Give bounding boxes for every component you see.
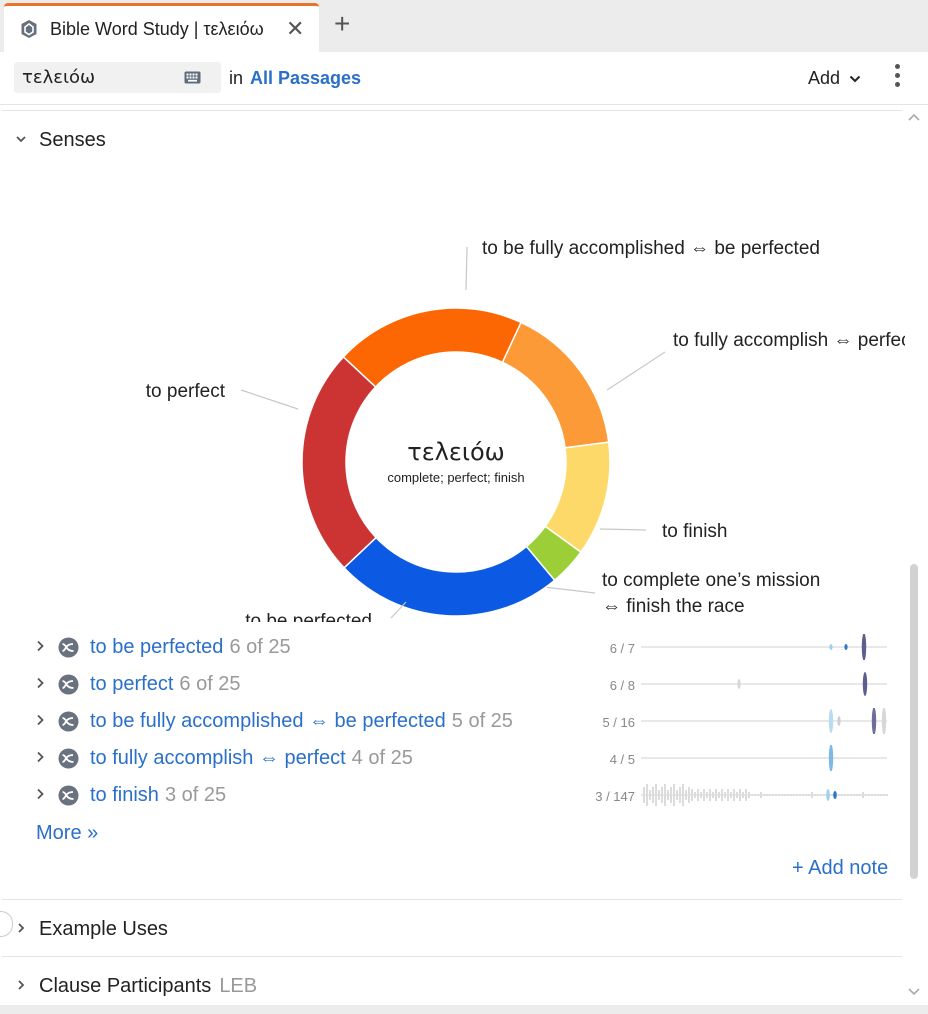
slice-label: to be fully accomplished ⇔ be perfected [482, 238, 820, 259]
slice-leader-line [465, 246, 468, 291]
add-label: Add [808, 68, 841, 88]
chevron-down-icon [849, 75, 861, 83]
example-uses-title: Example Uses [39, 918, 168, 940]
chevron-down-icon [16, 136, 26, 143]
in-label: in [229, 68, 244, 88]
sense-label: to perfect 6 of 25 [90, 673, 241, 696]
sense-distribution-track [641, 745, 887, 771]
sense-row: to perfect 6 of 25 6 / 8 [0, 665, 905, 701]
tab-bible-word-study[interactable]: Bible Word Study | τελειόω ✕ [4, 3, 319, 52]
clause-participants-version: LEB [219, 975, 258, 997]
clause-participants-section-header[interactable]: Clause Participants LEB [0, 958, 905, 1014]
clause-participants-title: Clause Participants LEB [39, 975, 257, 998]
senses-section-header[interactable]: Senses [0, 112, 905, 168]
sense-ratio: 6 / 8 [609, 678, 635, 693]
tab-title: Bible Word Study | τελειόω [50, 19, 264, 39]
sense-row: to finish 3 of 25 3 / 147 [0, 776, 905, 812]
divider [2, 899, 902, 900]
all-passages-link[interactable]: All Passages [250, 68, 361, 89]
sense-distribution-track [641, 634, 887, 660]
sense-row: to be fully accomplished ⇔ be perfected 5… [0, 702, 905, 738]
slice-leader-line [240, 389, 299, 410]
senses-donut-chart: to be fully accomplished ⇔ be perfected t… [146, 238, 905, 622]
more-link[interactable]: More » [36, 822, 98, 845]
chevron-right-icon [18, 923, 25, 933]
sense-distribution-track [641, 672, 887, 696]
chevron-right-icon[interactable] [34, 640, 46, 652]
sense-label: to fully accomplish ⇔ perfect 4 of 25 [90, 747, 413, 770]
donut-slice[interactable] [342, 307, 523, 389]
slice-label: to be perfected [245, 611, 372, 622]
sense-label: to finish 3 of 25 [90, 784, 226, 807]
example-uses-section-header[interactable]: Example Uses [0, 901, 905, 957]
chevron-right-icon [18, 980, 25, 990]
slice-label: to finish [662, 521, 727, 542]
sense-label: to be perfected 6 of 25 [90, 636, 291, 659]
slice-leader-line [599, 528, 647, 531]
keyboard-icon[interactable] [184, 71, 201, 84]
chart-center-subtitle: complete; perfect; finish [387, 470, 524, 485]
sense-icon [58, 674, 79, 695]
donut-slice[interactable] [343, 536, 556, 617]
sense-ratio: 6 / 7 [609, 641, 635, 656]
sense-link[interactable]: to perfect [90, 673, 173, 695]
donut-slice[interactable] [301, 355, 378, 569]
sense-ratio: 3 / 147 [595, 789, 635, 804]
slice-label: to perfect [146, 381, 226, 402]
chart-center-title: τελειόω [407, 438, 505, 466]
scroll-up-icon[interactable] [907, 112, 921, 122]
sense-count: 3 of 25 [164, 784, 227, 806]
sense-row: to be perfected 6 of 25 6 / 7 [0, 628, 905, 664]
search-box [14, 62, 221, 93]
sense-count: 6 of 25 [179, 673, 241, 695]
sense-label: to be fully accomplished ⇔ be perfected 5… [90, 710, 513, 733]
chevron-right-icon[interactable] [34, 677, 46, 689]
close-icon[interactable]: ✕ [286, 15, 304, 43]
slice-leader-line [543, 586, 596, 594]
sense-link[interactable]: to be perfected [90, 636, 223, 658]
scroll-down-icon[interactable] [907, 987, 921, 997]
slice-label: to fully accomplish ⇔ perfect [673, 330, 905, 351]
sense-distribution-track [641, 784, 888, 806]
slice-leader-line [606, 351, 666, 391]
sense-icon [58, 785, 79, 806]
senses-title: Senses [39, 129, 106, 151]
chevron-right-icon[interactable] [34, 751, 46, 763]
donut-slice[interactable] [501, 321, 610, 449]
sense-distribution-track [641, 708, 887, 734]
sense-row: to fully accomplish ⇔ perfect 4 of 25 4 / … [0, 739, 905, 775]
chevron-right-icon[interactable] [34, 714, 46, 726]
search-input[interactable] [22, 66, 182, 88]
add-note-button[interactable]: + Add note [792, 857, 888, 880]
add-button[interactable]: Add [808, 68, 861, 89]
sense-link[interactable]: to be fully accomplished ⇔ be perfected [90, 710, 446, 732]
sense-icon [58, 748, 79, 769]
toolbar: in All Passages Add [0, 52, 928, 105]
sense-icon [58, 637, 79, 658]
chevron-right-icon[interactable] [34, 788, 46, 800]
panel: in All Passages Add Senses to be fully a… [0, 52, 928, 1005]
divider [2, 110, 902, 111]
more-options-icon[interactable] [894, 64, 902, 90]
sense-count: 4 of 25 [351, 747, 413, 769]
sense-link[interactable]: to fully accomplish ⇔ perfect [90, 747, 346, 769]
sense-link[interactable]: to finish [90, 784, 159, 806]
slice-label: to complete one’s mission ⇔ finish the ra… [602, 570, 820, 617]
sense-count: 6 of 25 [229, 636, 291, 658]
sense-icon [58, 711, 79, 732]
sense-ratio: 5 / 16 [602, 715, 635, 730]
sense-count: 5 of 25 [451, 710, 513, 732]
clause-participants-label: Clause Participants [39, 975, 212, 997]
tab-bar: Bible Word Study | τελειόω ✕ + [0, 0, 928, 52]
divider [2, 956, 902, 957]
new-tab-button[interactable]: + [334, 10, 350, 38]
sense-ratio: 4 / 5 [609, 752, 635, 767]
logos-guide-icon [21, 20, 37, 38]
scrollbar-thumb[interactable] [910, 564, 918, 879]
